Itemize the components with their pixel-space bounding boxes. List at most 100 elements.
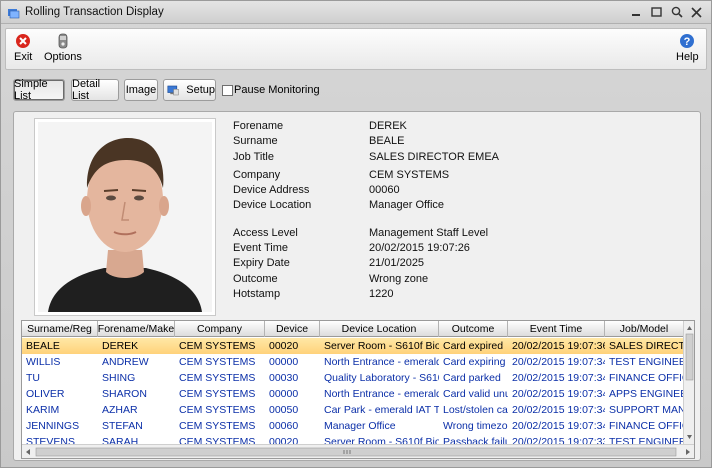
- expiry-date-label: Expiry Date: [233, 257, 290, 269]
- table-cell: 20/02/2015 19:07:34: [512, 388, 605, 400]
- table-cell: Card valid unus: [443, 388, 508, 400]
- hotstamp-label: Hotstamp: [233, 288, 281, 300]
- column-header[interactable]: Event Time: [508, 321, 605, 337]
- table-cell: TEST ENGINEER: [609, 356, 684, 368]
- column-header[interactable]: Job/Model: [605, 321, 684, 337]
- minimize-button[interactable]: [628, 4, 645, 20]
- maximize-button[interactable]: [648, 4, 665, 20]
- help-icon: ?: [680, 34, 695, 48]
- surname-label: Surname: [233, 135, 278, 147]
- table-cell: 20/02/2015 19:07:34: [512, 404, 605, 416]
- access-level-value: Management Staff Level: [369, 227, 489, 239]
- image-button[interactable]: Image: [124, 79, 158, 101]
- table-cell: TU: [26, 372, 40, 384]
- table-cell: WILLIS: [26, 356, 61, 368]
- table-row[interactable]: TU SHING CEM SYSTEMS 00030 Quality Laborator…: [22, 370, 684, 386]
- simple-list-button[interactable]: Simple List: [13, 78, 65, 102]
- table-cell: FINANCE OFFICER: [609, 372, 684, 384]
- table-cell: BEALE: [26, 340, 60, 352]
- table-cell: Wrong timezon: [443, 420, 508, 432]
- column-header[interactable]: Device: [265, 321, 320, 337]
- table-cell: 00050: [269, 404, 299, 416]
- table-cell: SALES DIRECTOR: [609, 340, 684, 352]
- table-cell: ANDREW: [102, 356, 149, 368]
- table-cell: Lost/stolen card: [443, 404, 508, 416]
- table-cell: Server Room - S610f Biome: [324, 340, 439, 352]
- vertical-scroll-thumb: [685, 333, 694, 381]
- table-cell: SHARON: [102, 388, 147, 400]
- device-location-value: Manager Office: [369, 199, 445, 211]
- horizontal-scroll-thumb: [35, 447, 677, 457]
- column-header[interactable]: Forename/Make: [98, 321, 175, 337]
- table-cell: Card expiring: [443, 356, 506, 368]
- access-level-label: Access Level: [233, 227, 298, 239]
- maximize-icon: [651, 6, 662, 17]
- event-time-value: 20/02/2015 19:07:26: [369, 242, 470, 254]
- table-row[interactable]: BEALE DEREK CEM SYSTEMS 00020 Server Room - …: [22, 338, 684, 354]
- table-cell: 00060: [269, 420, 299, 432]
- transaction-panel: Forename DEREK Surname BEALE Job Title S…: [13, 111, 701, 461]
- svg-text:?: ?: [684, 36, 691, 48]
- minimize-icon: [632, 13, 640, 16]
- vertical-scrollbar-track: [685, 326, 694, 439]
- window-title: Rolling Transaction Display: [25, 6, 164, 18]
- table-cell: CEM SYSTEMS: [179, 388, 256, 400]
- app-window: Rolling Transaction Display Exit Options…: [0, 0, 712, 468]
- cardholder-photo-frame: [34, 118, 216, 316]
- options-button[interactable]: Options: [44, 33, 82, 63]
- table-cell: SUPPORT MANAG: [609, 404, 684, 416]
- table-cell: CEM SYSTEMS: [179, 356, 256, 368]
- table-row[interactable]: JENNINGS STEFAN CEM SYSTEMS 00060 Manager Of…: [22, 418, 684, 434]
- column-header[interactable]: Device Location: [320, 321, 439, 337]
- table-row[interactable]: KARIM AZHAR CEM SYSTEMS 00050 Car Park - eme…: [22, 402, 684, 418]
- exit-label: Exit: [14, 51, 33, 63]
- cardholder-photo: [38, 122, 212, 312]
- exit-button[interactable]: Exit: [14, 33, 32, 63]
- pause-monitoring-label[interactable]: Pause Monitoring: [234, 84, 320, 96]
- table-cell: CEM SYSTEMS: [179, 372, 256, 384]
- table-cell: CEM SYSTEMS: [179, 404, 256, 416]
- column-header[interactable]: Outcome: [439, 321, 508, 337]
- close-icon: [691, 6, 702, 18]
- table-cell: 00000: [269, 356, 299, 368]
- close-button[interactable]: [688, 4, 705, 20]
- table-cell: JENNINGS: [26, 420, 80, 432]
- magnifier-icon: [671, 6, 683, 18]
- table-row[interactable]: OLIVER SHARON CEM SYSTEMS 00000 North Entran…: [22, 386, 684, 402]
- horizontal-scrollbar-track: [26, 447, 690, 457]
- setup-button[interactable]: Setup: [163, 79, 216, 101]
- scroll-right-icon: [686, 449, 690, 455]
- vertical-scrollbar[interactable]: [683, 321, 694, 444]
- table-cell: 20/02/2015 19:07:34: [512, 420, 605, 432]
- table-cell: AZHAR: [102, 404, 138, 416]
- table-cell: 00020: [269, 340, 299, 352]
- job-title-value: SALES DIRECTOR EMEA: [369, 151, 499, 163]
- zoom-button[interactable]: [668, 4, 685, 20]
- table-cell: SHING: [102, 372, 136, 384]
- table-cell: Car Park - emerald IAT TS30: [324, 404, 439, 416]
- table-cell: Manager Office: [324, 420, 396, 432]
- table-cell: Card parked: [443, 372, 501, 384]
- setup-label: Setup: [186, 84, 215, 96]
- column-header[interactable]: Surname/Reg: [22, 321, 98, 337]
- device-address-label: Device Address: [233, 184, 310, 196]
- pause-monitoring-checkbox[interactable]: [222, 85, 233, 96]
- horizontal-scrollbar[interactable]: [22, 444, 694, 458]
- column-header[interactable]: Company: [175, 321, 265, 337]
- outcome-value: Wrong zone: [369, 273, 429, 285]
- table-cell: 00030: [269, 372, 299, 384]
- transactions-table: Surname/Reg Forename/Make Company Device Dev…: [21, 320, 695, 459]
- table-cell: 20/02/2015 19:07:34: [512, 356, 605, 368]
- options-label: Options: [44, 51, 82, 63]
- table-cell: FINANCE OFFICER: [609, 420, 684, 432]
- company-value: CEM SYSTEMS: [369, 169, 450, 181]
- table-cell: KARIM: [26, 404, 60, 416]
- scroll-down-icon: [687, 435, 692, 439]
- help-button[interactable]: ? Help: [676, 33, 699, 63]
- detail-list-button[interactable]: Detail List: [71, 78, 119, 102]
- options-icon: [58, 33, 68, 49]
- device-location-label: Device Location: [233, 199, 312, 211]
- table-cell: 20/02/2015 19:07:34: [512, 372, 605, 384]
- table-row[interactable]: WILLIS ANDREW CEM SYSTEMS 00000 North Entran…: [22, 354, 684, 370]
- company-label: Company: [233, 169, 281, 181]
